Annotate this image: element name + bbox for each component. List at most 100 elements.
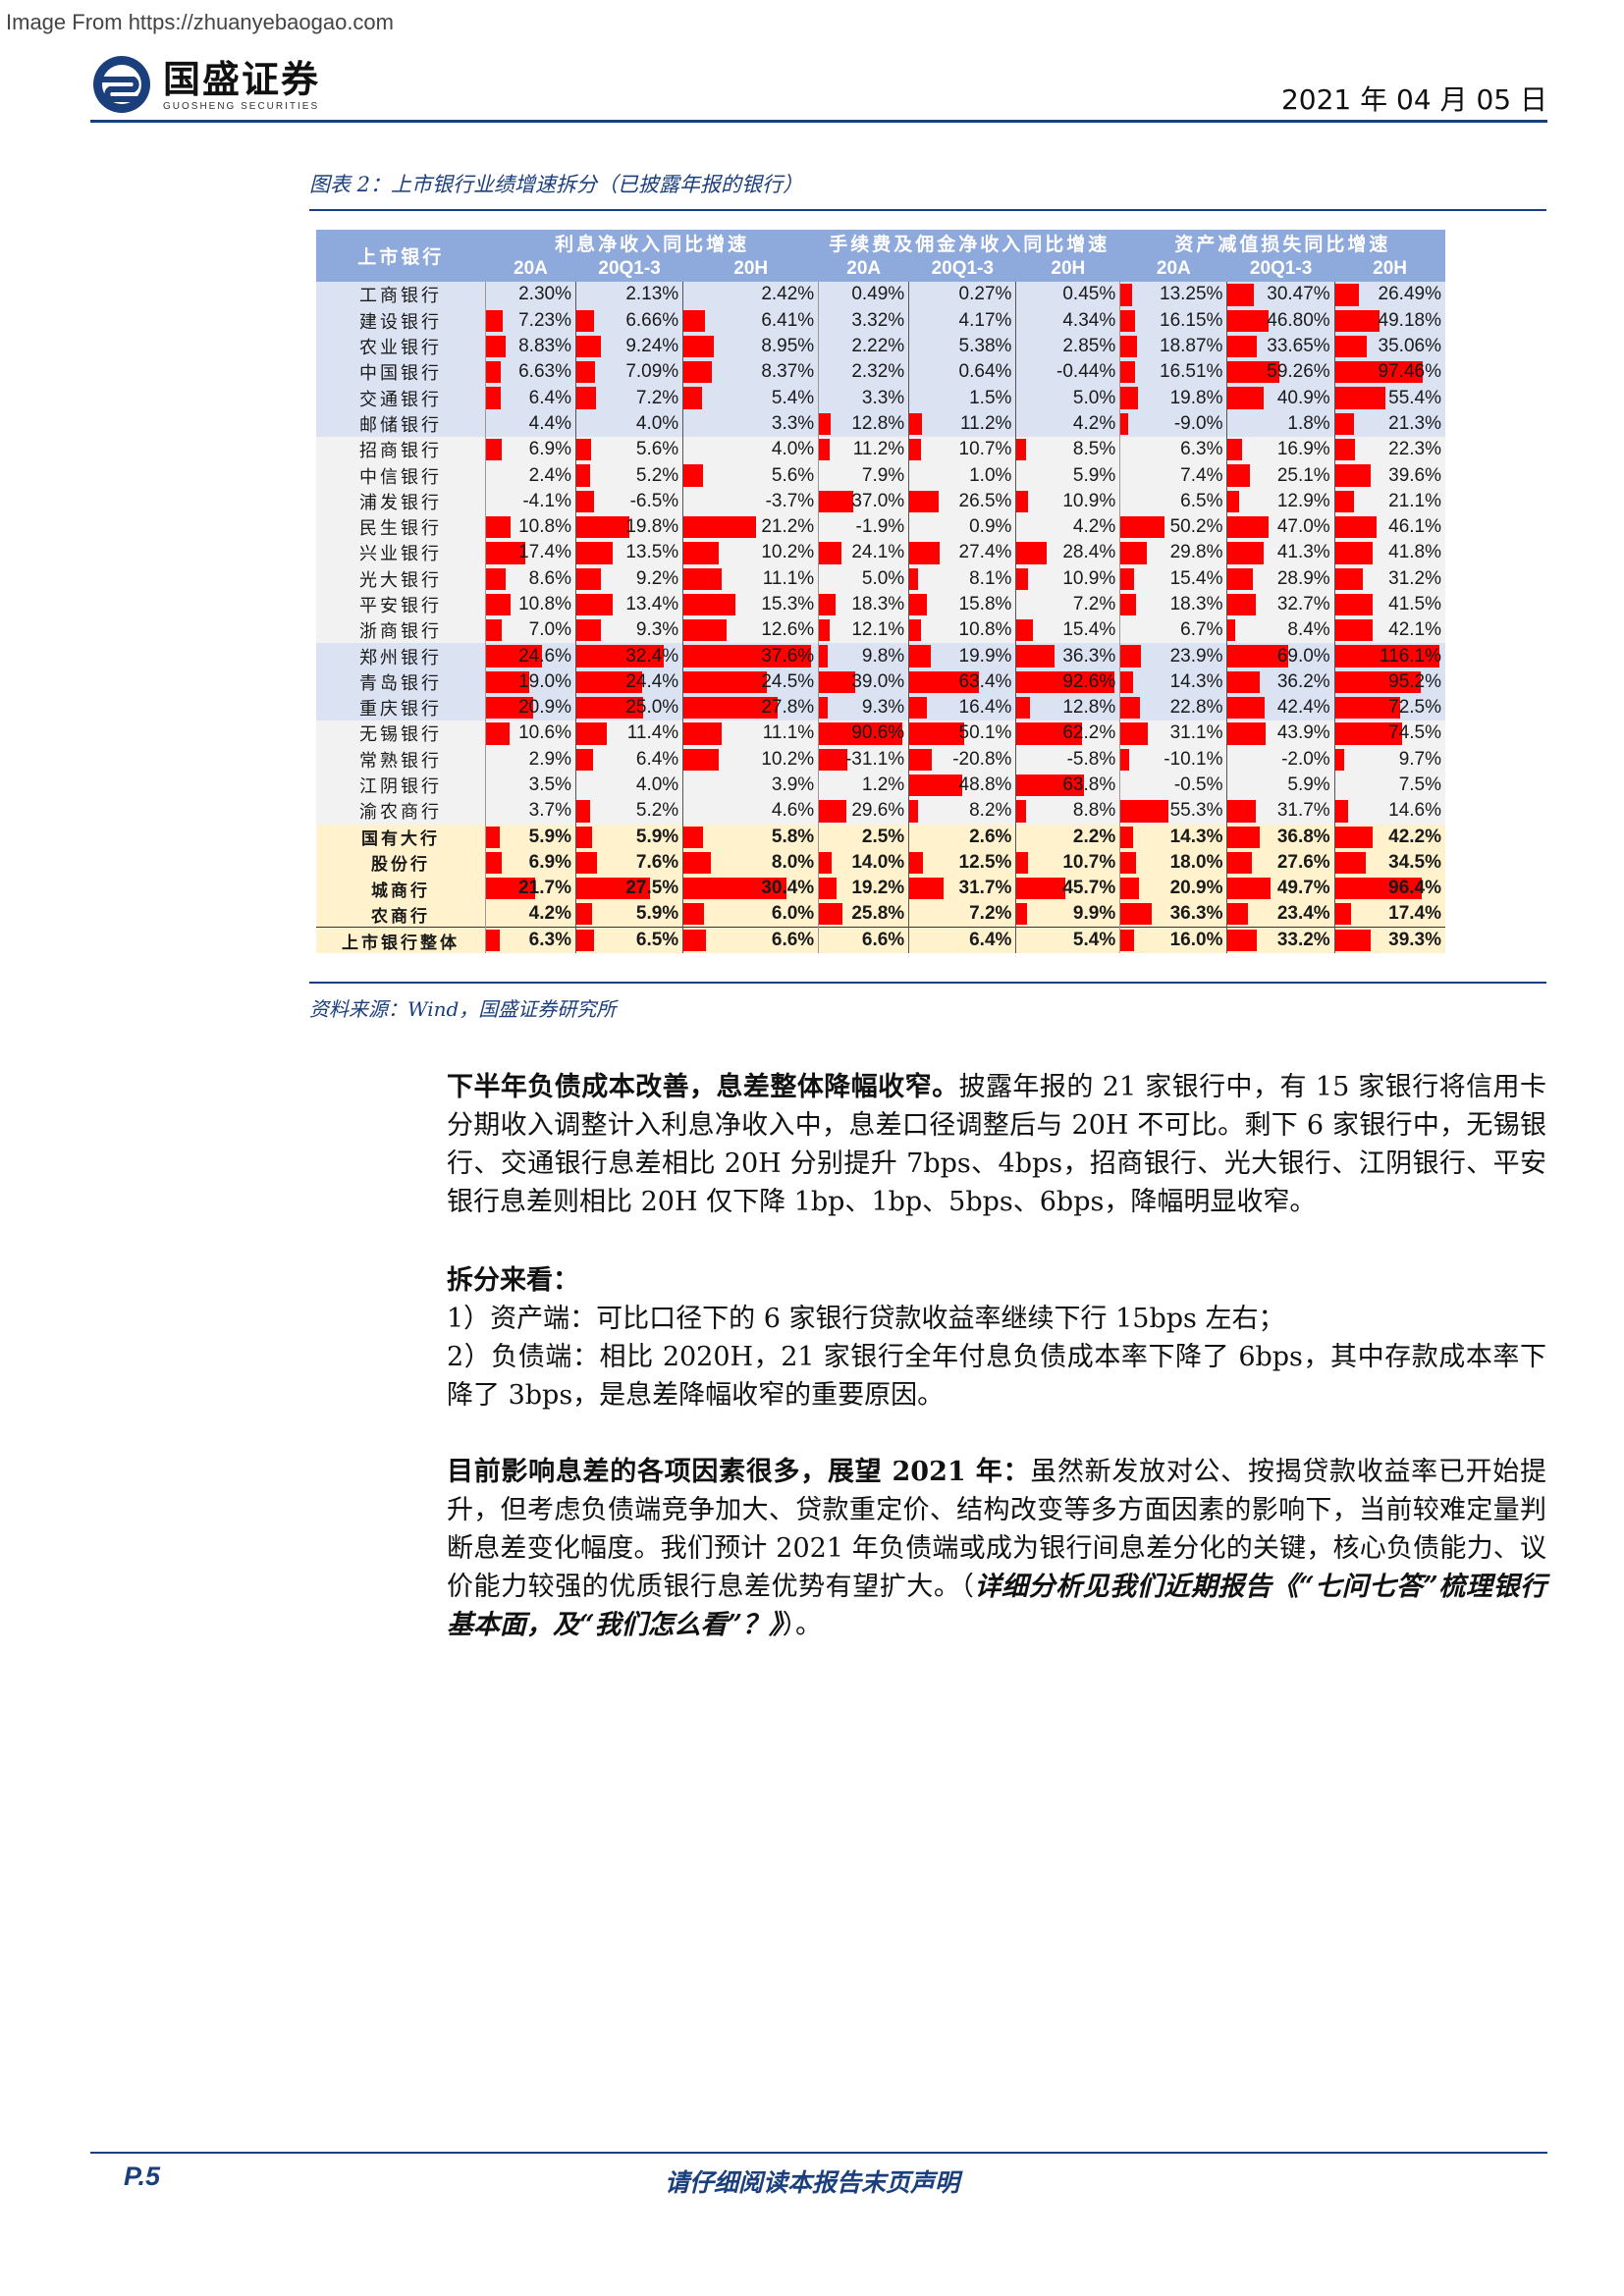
footer-divider — [90, 2152, 1547, 2154]
data-bar — [1227, 387, 1264, 409]
data-bar — [1335, 800, 1349, 823]
value-text: 32.7% — [1276, 594, 1330, 614]
value-text: 5.2% — [635, 800, 679, 822]
value-cell: 31.1% — [1119, 721, 1227, 747]
data-bar — [576, 748, 594, 771]
data-bar — [486, 515, 511, 539]
value-text: 7.0% — [528, 619, 571, 641]
value-text: 36.3% — [1169, 903, 1223, 925]
table-row: 民生银行 10.8% 19.8% 21.2% -1.9% 0.9% 4.2% 50.2% 47.… — [316, 513, 1445, 541]
value-cell: 4.0% — [682, 437, 819, 463]
value-cell: 48.8% — [908, 772, 1016, 799]
value-text: 74.5% — [1388, 722, 1441, 744]
value-cell: 3.32% — [818, 307, 909, 334]
value-text: 7.2% — [635, 387, 679, 408]
value-text: 12.8% — [851, 412, 905, 434]
value-text: 6.4% — [528, 387, 571, 408]
group-header-impairment: 资产减值损失同比增速 — [1119, 230, 1445, 256]
value-text: 3.3% — [771, 412, 815, 434]
value-text: 21.7% — [518, 878, 571, 899]
data-bar — [1227, 619, 1235, 642]
value-cell: 1.5% — [908, 385, 1016, 411]
value-text: 9.7% — [1398, 748, 1441, 770]
table-row: 农业银行 8.83% 9.24% 8.95% 2.22% 5.38% 2.85% 18.87%… — [316, 333, 1445, 360]
table-row: 重庆银行 20.9% 25.0% 27.8% 9.3% 16.4% 12.8% 22.8% 42… — [316, 695, 1445, 721]
value-text: 7.6% — [635, 851, 679, 873]
value-text: 6.3% — [1180, 439, 1223, 460]
data-bar — [1120, 800, 1169, 823]
value-cell: 46.1% — [1333, 513, 1445, 541]
data-bar — [1120, 930, 1135, 952]
value-text: 10.8% — [518, 594, 571, 614]
value-cell: 27.5% — [574, 876, 683, 902]
value-text: 2.2% — [1072, 826, 1116, 847]
data-bar — [1227, 851, 1252, 875]
data-bar — [576, 851, 597, 875]
table-subheader-row: 20A 20Q1-3 20H 20A 20Q1-3 20H 20A 20Q1-3… — [316, 256, 1445, 283]
value-text: 22.3% — [1388, 439, 1441, 460]
data-bar — [576, 567, 602, 590]
data-bar — [486, 335, 507, 358]
value-cell: 41.3% — [1226, 540, 1335, 566]
value-cell: 2.30% — [484, 282, 576, 308]
value-text: 18.0% — [1169, 851, 1223, 873]
data-bar — [1227, 309, 1269, 332]
value-text: 4.2% — [528, 903, 571, 925]
value-text: 7.5% — [1398, 774, 1441, 796]
value-cell: 6.6% — [818, 927, 909, 954]
data-bar — [1227, 515, 1270, 539]
value-cell: 2.5% — [818, 824, 909, 850]
value-cell: 20.9% — [484, 695, 576, 721]
value-cell: 59.26% — [1226, 359, 1335, 386]
value-text: 14.6% — [1388, 800, 1441, 822]
data-bar — [1227, 878, 1272, 900]
value-cell: 11.1% — [682, 565, 819, 592]
value-text: 24.6% — [518, 645, 571, 667]
figure-source: 资料来源：Wind，国盛证券研究所 — [309, 997, 617, 1021]
value-cell: 3.9% — [682, 772, 819, 799]
table-row: 无锡银行 10.6% 11.4% 11.1% 90.6% 50.1% 62.2% 31.1% 4… — [316, 721, 1445, 747]
data-bar — [683, 722, 722, 745]
report-date: 2021 年 04 月 05 日 — [1280, 83, 1547, 116]
value-text: 10.2% — [761, 542, 815, 563]
value-cell: 33.65% — [1226, 333, 1335, 360]
value-cell: 25.8% — [818, 901, 909, 928]
value-cell: 4.0% — [574, 410, 683, 438]
value-text: 10.9% — [1062, 567, 1116, 589]
bank-name-cell: 中信银行 — [316, 462, 486, 489]
value-cell: 6.9% — [484, 849, 576, 877]
data-bar — [576, 439, 592, 461]
value-cell: 16.9% — [1226, 437, 1335, 463]
value-cell: 5.9% — [1015, 462, 1120, 489]
data-bar — [1335, 309, 1380, 332]
value-text: 5.9% — [1287, 774, 1330, 796]
table-row: 青岛银行 19.0% 24.4% 24.5% 39.0% 63.4% 92.6% 14.3% 3… — [316, 668, 1445, 696]
data-bar — [909, 697, 928, 720]
value-text: 9.3% — [861, 697, 905, 719]
value-cell: 2.22% — [818, 333, 909, 360]
value-cell: 4.2% — [1015, 513, 1120, 541]
value-cell: 2.13% — [574, 282, 683, 308]
watermark-text: Image From https://zhuanyebaogao.com — [6, 10, 394, 34]
value-cell: 41.5% — [1333, 591, 1445, 618]
value-text: 4.0% — [635, 412, 679, 434]
value-cell: 2.2% — [1015, 824, 1120, 850]
data-bar — [1335, 567, 1364, 590]
value-text: 2.9% — [528, 748, 571, 770]
value-cell: 8.83% — [484, 333, 576, 360]
value-cell: 10.2% — [682, 746, 819, 773]
value-cell: 62.2% — [1015, 721, 1120, 747]
value-text: 12.8% — [1062, 697, 1116, 719]
data-bar — [909, 619, 922, 642]
data-bar — [683, 515, 756, 539]
bank-name-cell: 民生银行 — [316, 513, 486, 541]
data-bar — [1335, 903, 1351, 926]
value-cell: 5.2% — [574, 462, 683, 489]
value-cell: 36.2% — [1226, 668, 1335, 696]
data-bar — [576, 464, 591, 487]
data-bar — [576, 335, 602, 358]
value-cell: 4.34% — [1015, 307, 1120, 334]
value-text: 27.4% — [958, 542, 1012, 563]
value-text: 90.6% — [851, 722, 905, 744]
value-text: 9.24% — [625, 336, 679, 357]
